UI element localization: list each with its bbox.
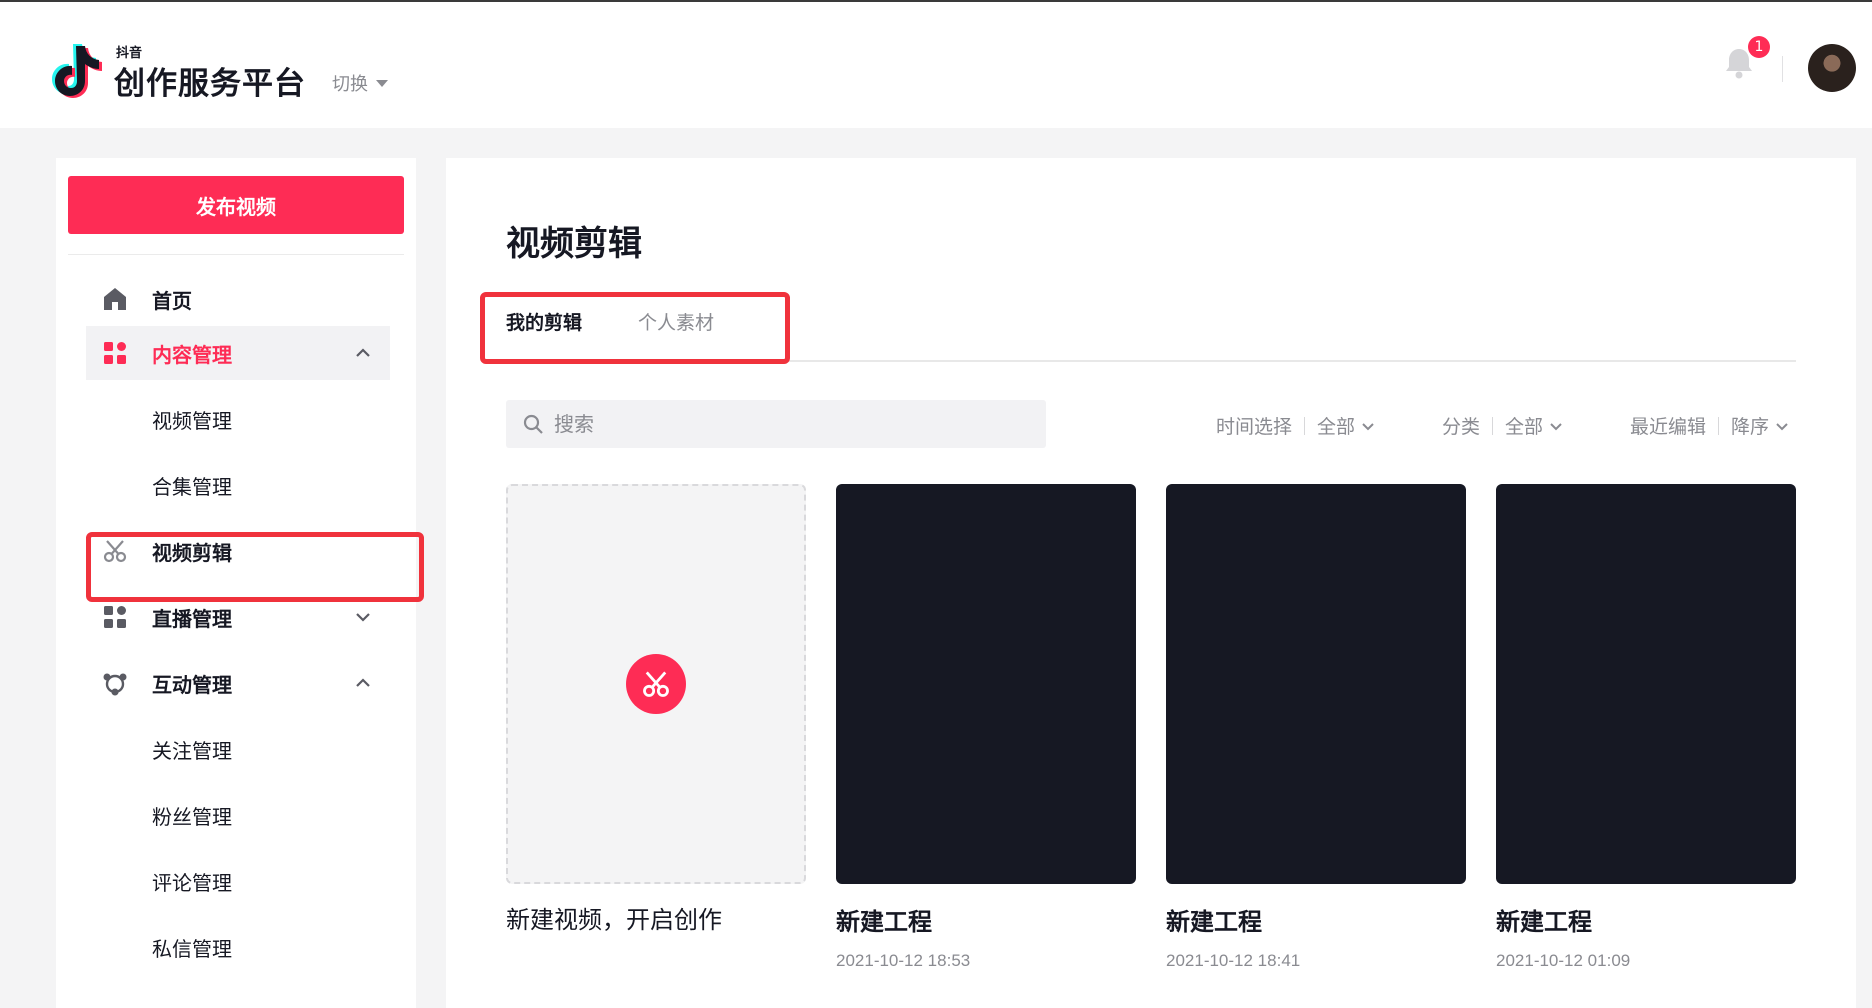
tab-my-edits[interactable]: 我的剪辑 bbox=[506, 308, 582, 335]
chevron-down-icon bbox=[1776, 422, 1788, 430]
project-time: 2021-10-12 18:53 bbox=[836, 951, 971, 970]
switch-label: 切换 bbox=[332, 74, 368, 95]
project-card[interactable]: 新建工程 2021-10-12 18:41 bbox=[1166, 484, 1466, 971]
sidebar-item-collection-management[interactable]: 合集管理 bbox=[86, 458, 390, 512]
sidebar-item-label: 视频剪辑 bbox=[152, 540, 232, 565]
sidebar-item-follow-management[interactable]: 关注管理 bbox=[86, 722, 390, 776]
project-card[interactable]: 新建工程 2021-10-12 18:53 bbox=[836, 484, 1136, 971]
header-divider bbox=[1782, 56, 1783, 82]
sidebar-item-label: 关注管理 bbox=[152, 738, 232, 763]
sidebar-item-comment-management[interactable]: 评论管理 bbox=[86, 854, 390, 908]
chevron-up-icon bbox=[356, 678, 370, 687]
sidebar-item-label: 私信管理 bbox=[152, 936, 232, 961]
douyin-logo-icon[interactable] bbox=[52, 38, 108, 98]
scissors-icon bbox=[103, 540, 127, 563]
scissors-icon bbox=[643, 671, 669, 697]
sidebar-item-fans-management[interactable]: 粉丝管理 bbox=[86, 788, 390, 842]
project-name: 新建工程 bbox=[1496, 908, 1592, 936]
sidebar-item-label: 合集管理 bbox=[152, 474, 232, 499]
sidebar: 发布视频 首页 内容管理 视频管理 合集管理 视频剪辑 直播管理 互动管理 关注… bbox=[56, 158, 416, 1008]
project-name: 新建工程 bbox=[836, 908, 932, 936]
project-thumbnail[interactable] bbox=[1496, 484, 1796, 884]
switch-dropdown[interactable]: 切换 bbox=[332, 70, 388, 96]
filter-label: 最近编辑 bbox=[1630, 416, 1707, 438]
new-video-label: 新建视频，开启创作 bbox=[506, 906, 722, 934]
page-title: 视频剪辑 bbox=[506, 224, 642, 264]
sidebar-item-message-management[interactable]: 私信管理 bbox=[86, 920, 390, 974]
filter-separator bbox=[1492, 416, 1494, 435]
header: 抖音 创作服务平台 切换 1 bbox=[0, 2, 1872, 128]
sidebar-item-label: 视频管理 bbox=[152, 408, 232, 433]
chevron-down-icon bbox=[1362, 422, 1374, 430]
search-icon bbox=[523, 414, 543, 434]
grid-icon bbox=[104, 342, 126, 364]
project-thumbnail[interactable] bbox=[836, 484, 1136, 884]
notification-badge: 1 bbox=[1748, 36, 1770, 58]
filter-separator bbox=[1718, 416, 1720, 435]
filter-category-dropdown[interactable]: 全部 bbox=[1505, 412, 1563, 439]
project-name: 新建工程 bbox=[1166, 908, 1262, 936]
filter-label: 时间选择 bbox=[1216, 416, 1293, 438]
sidebar-item-label: 粉丝管理 bbox=[152, 804, 232, 829]
filter-value: 降序 bbox=[1731, 416, 1770, 438]
avatar[interactable] bbox=[1808, 44, 1856, 92]
sidebar-item-label: 直播管理 bbox=[152, 606, 232, 631]
new-video-button[interactable] bbox=[626, 654, 686, 714]
sidebar-item-video-management[interactable]: 视频管理 bbox=[86, 392, 390, 446]
filter-time-dropdown[interactable]: 全部 bbox=[1317, 412, 1375, 439]
sidebar-item-label: 评论管理 bbox=[152, 870, 232, 895]
sidebar-item-content-management[interactable]: 内容管理 bbox=[86, 326, 390, 380]
project-thumbnail[interactable] bbox=[1166, 484, 1466, 884]
sidebar-item-home[interactable]: 首页 bbox=[86, 272, 390, 326]
new-video-thumb[interactable] bbox=[506, 484, 806, 884]
project-time: 2021-10-12 01:09 bbox=[1496, 951, 1631, 970]
home-icon bbox=[104, 288, 126, 310]
sidebar-item-label: 内容管理 bbox=[152, 342, 232, 367]
caret-down-icon bbox=[376, 79, 388, 87]
search-input[interactable] bbox=[554, 400, 1034, 448]
sidebar-item-video-editing[interactable]: 视频剪辑 bbox=[86, 524, 390, 578]
project-time: 2021-10-12 18:41 bbox=[1166, 951, 1301, 970]
chevron-up-icon bbox=[356, 348, 370, 357]
sidebar-item-label: 互动管理 bbox=[152, 672, 232, 697]
interaction-icon bbox=[103, 673, 127, 696]
filter-category: 分类 全部 bbox=[1442, 412, 1563, 439]
filter-value: 全部 bbox=[1317, 416, 1356, 438]
sidebar-item-live-management[interactable]: 直播管理 bbox=[86, 590, 390, 644]
filter-separator bbox=[1304, 416, 1306, 435]
tabs-divider bbox=[506, 360, 1796, 362]
sidebar-item-label: 首页 bbox=[152, 288, 192, 313]
filter-sort-dropdown[interactable]: 降序 bbox=[1731, 412, 1789, 439]
project-card[interactable]: 新建工程 2021-10-12 01:09 bbox=[1496, 484, 1796, 971]
sidebar-item-interaction-management[interactable]: 互动管理 bbox=[86, 656, 390, 710]
filter-sort: 最近编辑 降序 bbox=[1630, 412, 1789, 439]
filter-time: 时间选择 全部 bbox=[1216, 412, 1375, 439]
publish-video-button[interactable]: 发布视频 bbox=[68, 176, 404, 234]
search-box[interactable] bbox=[506, 400, 1046, 448]
filter-value: 全部 bbox=[1505, 416, 1544, 438]
sidebar-divider bbox=[68, 254, 404, 255]
chevron-down-icon bbox=[356, 613, 370, 622]
brand-name: 创作服务平台 bbox=[114, 66, 306, 102]
grid-icon bbox=[104, 606, 126, 628]
new-video-card[interactable]: 新建视频，开启创作 bbox=[506, 484, 806, 935]
tab-personal-assets[interactable]: 个人素材 bbox=[638, 308, 714, 335]
main-panel: 视频剪辑 我的剪辑 个人素材 时间选择 全部 分类 全部 bbox=[446, 158, 1856, 1008]
chevron-down-icon bbox=[1550, 422, 1562, 430]
filter-label: 分类 bbox=[1442, 416, 1481, 438]
